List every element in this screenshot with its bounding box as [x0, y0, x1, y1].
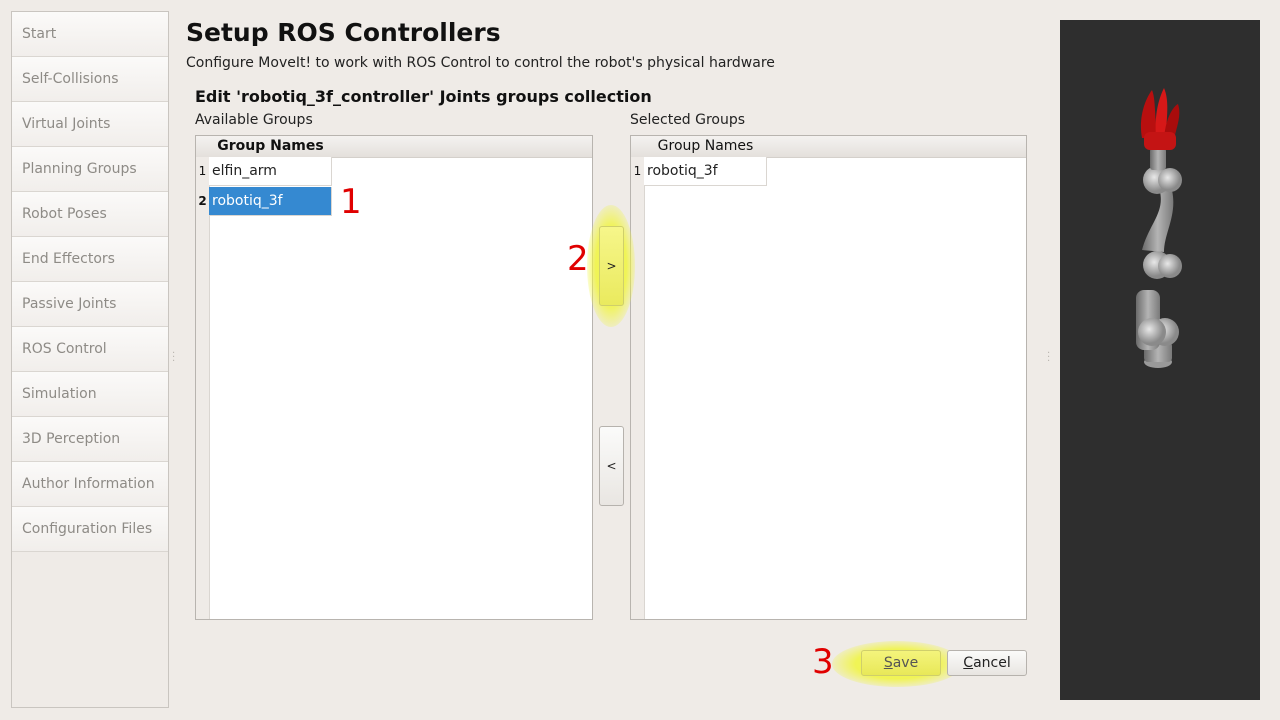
cancel-button-label: Cancel — [963, 655, 1011, 671]
save-button-label: Save — [883, 655, 919, 671]
sidebar-item-author-information[interactable]: Author Information — [12, 462, 168, 507]
remove-group-button[interactable]: < — [599, 426, 624, 506]
sidebar-item-label: Passive Joints — [22, 296, 117, 312]
page-subtitle: Configure MoveIt! to work with ROS Contr… — [186, 55, 775, 71]
sidebar-item-start[interactable]: Start — [12, 12, 168, 57]
sidebar-item-planning-groups[interactable]: Planning Groups — [12, 147, 168, 192]
sidebar-item-label: Simulation — [22, 386, 97, 402]
column-header-group-names[interactable]: Group Names — [209, 136, 332, 157]
sidebar-item-label: Configuration Files — [22, 521, 153, 537]
table-header: Group Names — [196, 136, 592, 158]
selected-groups-table[interactable]: Group Names 1 robotiq_3f — [630, 135, 1027, 620]
sidebar-item-3d-perception[interactable]: 3D Perception — [12, 417, 168, 462]
cancel-button[interactable]: Cancel — [947, 650, 1027, 676]
table-row[interactable]: robotiq_3f — [644, 157, 767, 186]
annotation-step-2: 2 — [567, 239, 589, 279]
sidebar-item-label: Start — [22, 26, 57, 42]
page-title: Setup ROS Controllers — [186, 18, 501, 47]
sidebar-item-ros-control[interactable]: ROS Control — [12, 327, 168, 372]
robot-model — [1136, 88, 1182, 368]
table-row[interactable]: elfin_arm — [209, 157, 332, 186]
column-header-group-names[interactable]: Group Names — [644, 136, 767, 157]
sidebar-item-label: ROS Control — [22, 341, 107, 357]
row-header-gutter — [196, 157, 210, 619]
sidebar-item-passive-joints[interactable]: Passive Joints — [12, 282, 168, 327]
sidebar-nav: Start Self-Collisions Virtual Joints Pla… — [11, 11, 169, 708]
row-header-gutter — [631, 157, 645, 619]
sidebar-item-robot-poses[interactable]: Robot Poses — [12, 192, 168, 237]
left-splitter-handle[interactable]: · · · — [172, 349, 175, 367]
robot-3d-viewport[interactable] — [1060, 20, 1260, 700]
available-groups-label: Available Groups — [195, 112, 313, 128]
annotation-step-3: 3 — [812, 642, 834, 682]
save-button[interactable]: Save — [861, 650, 941, 676]
sidebar-item-end-effectors[interactable]: End Effectors — [12, 237, 168, 282]
right-splitter-handle[interactable]: · · · — [1047, 349, 1050, 367]
sidebar-item-label: Planning Groups — [22, 161, 137, 177]
sidebar-item-simulation[interactable]: Simulation — [12, 372, 168, 417]
row-number: 1 — [633, 164, 642, 178]
sidebar-item-self-collisions[interactable]: Self-Collisions — [12, 57, 168, 102]
add-group-button[interactable]: > — [599, 226, 624, 306]
sidebar-item-label: Virtual Joints — [22, 116, 111, 132]
sidebar-item-configuration-files[interactable]: Configuration Files — [12, 507, 168, 552]
editor-title: Edit 'robotiq_3f_controller' Joints grou… — [195, 87, 652, 106]
row-number: 1 — [198, 164, 207, 178]
table-row-selected[interactable]: robotiq_3f — [209, 187, 332, 216]
sidebar-item-virtual-joints[interactable]: Virtual Joints — [12, 102, 168, 147]
sidebar-item-label: End Effectors — [22, 251, 115, 267]
selected-groups-label: Selected Groups — [630, 112, 746, 128]
sidebar-item-label: Author Information — [22, 476, 155, 492]
gripper-shape — [1140, 88, 1180, 150]
sidebar-item-label: Self-Collisions — [22, 71, 119, 87]
sidebar-item-label: Robot Poses — [22, 206, 107, 222]
sidebar-item-label: 3D Perception — [22, 431, 121, 447]
row-number: 2 — [198, 194, 207, 208]
available-groups-table[interactable]: Group Names 1 elfin_arm 2 robotiq_3f — [195, 135, 593, 620]
annotation-step-1: 1 — [340, 182, 362, 222]
table-header: Group Names — [631, 136, 1026, 158]
